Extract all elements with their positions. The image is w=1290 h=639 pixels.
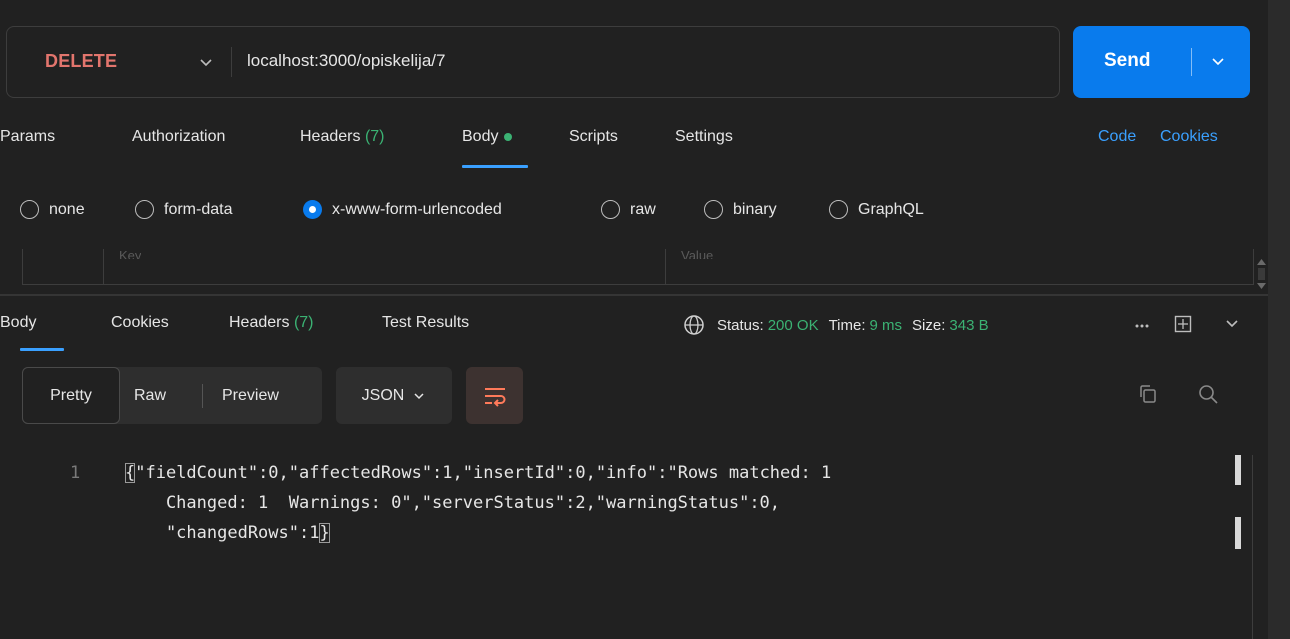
body-type-radios: none form-data x-www-form-urlencoded raw… [0,200,1000,230]
response-tab-headers[interactable]: Headers (7) [229,314,314,332]
kv-column-divider [665,249,666,285]
chevron-down-icon [414,392,424,399]
radio-x-www-form-urlencoded[interactable]: x-www-form-urlencoded [303,200,502,219]
editor-edge [1252,455,1253,639]
body-indicator-dot [504,132,513,141]
format-select[interactable]: JSON [336,367,452,424]
send-separator [1191,48,1192,76]
table-scroll-arrows-icon[interactable] [1255,253,1268,293]
bracket-match-open: { [125,463,136,483]
send-button[interactable]: Send [1073,26,1250,98]
code-line-3: "changedRows":1} [125,523,330,543]
active-tab-underline [462,165,528,168]
cookies-link[interactable]: Cookies [1160,128,1218,146]
response-status-bar: Status: 200 OK Time: 9 ms Size: 343 B [683,314,989,336]
bracket-match-close: } [319,523,330,543]
view-raw-button[interactable]: Raw [134,367,166,424]
code-link[interactable]: Code [1098,128,1136,146]
code-text: "changedRows":1 [125,523,320,543]
tab-body[interactable]: Body [462,128,513,146]
radio-raw[interactable]: raw [601,200,656,219]
scrollbar-thumb[interactable] [1235,517,1241,549]
time-value[interactable]: 9 ms [870,317,903,334]
status-value[interactable]: 200 OK [768,317,819,334]
segment-separator [202,384,203,408]
radio-circle-checked [303,200,322,219]
tab-settings[interactable]: Settings [675,128,733,146]
code-text: "fieldCount":0,"affectedRows":1,"insertI… [135,463,832,483]
radio-none[interactable]: none [20,200,85,219]
view-mode-segmented: Pretty Raw Preview [22,367,322,424]
radio-circle [829,200,848,219]
response-headers-count: (7) [293,314,314,331]
pane-divider[interactable] [0,294,1268,296]
format-label: JSON [361,386,405,404]
code-line-2: Changed: 1 Warnings: 0","serverStatus":2… [125,493,781,513]
code-line-1: {"fieldCount":0,"affectedRows":1,"insert… [125,463,831,483]
tab-authorization[interactable]: Authorization [132,128,225,146]
globe-icon[interactable] [683,314,705,336]
time-label: Time: [828,316,866,334]
tab-params[interactable]: Params [0,128,55,146]
tab-scripts[interactable]: Scripts [569,128,618,146]
save-response-icon[interactable] [1173,314,1193,334]
value-placeholder[interactable]: Value [681,249,713,259]
status-label: Status: [717,316,764,334]
url-input[interactable]: localhost:3000/opiskelija/7 [247,51,445,71]
radio-graphql[interactable]: GraphQL [829,200,924,219]
request-url-bar: DELETE localhost:3000/opiskelija/7 [6,26,1060,98]
send-button-label: Send [1104,50,1151,71]
copy-icon[interactable] [1137,383,1159,405]
chevron-down-icon[interactable] [197,55,215,71]
view-pretty-button[interactable]: Pretty [22,367,120,424]
kv-column-divider [103,249,104,285]
wrap-lines-button[interactable] [466,367,523,424]
response-tab-test-results[interactable]: Test Results [382,314,469,332]
size-label: Size: [912,316,946,334]
active-response-tab-underline [20,348,64,351]
view-preview-button[interactable]: Preview [222,367,279,424]
http-method-select[interactable]: DELETE [45,51,117,72]
request-tabs: Params Authorization Headers (7) Body Sc… [0,128,1268,168]
key-value-table: Key Value [22,249,1254,285]
radio-circle [135,200,154,219]
radio-form-data[interactable]: form-data [135,200,232,219]
response-body-viewer[interactable]: 1 {"fieldCount":0,"affectedRows":1,"inse… [0,455,1268,639]
code-scrollbar[interactable] [1235,455,1241,639]
response-tab-body[interactable]: Body [0,314,36,332]
scrollbar-thumb[interactable] [1235,455,1241,485]
tab-headers[interactable]: Headers (7) [300,128,385,146]
search-icon[interactable] [1197,383,1219,405]
window-scroll-strip [1268,0,1290,639]
wrap-lines-icon [484,387,505,407]
chevron-down-icon[interactable] [1209,54,1227,70]
key-placeholder[interactable]: Key [119,249,141,259]
size-value[interactable]: 343 B [949,317,988,334]
response-tab-cookies[interactable]: Cookies [111,314,169,332]
more-icon[interactable] [1133,318,1151,332]
radio-binary[interactable]: binary [704,200,777,219]
response-tabs: Body Cookies Headers (7) Test Results St… [0,314,1268,351]
radio-circle [601,200,620,219]
chevron-down-icon[interactable] [1223,316,1241,332]
radio-circle [704,200,723,219]
line-number: 1 [70,463,81,483]
url-divider [231,47,232,77]
headers-count: (7) [364,128,385,145]
radio-circle [20,200,39,219]
